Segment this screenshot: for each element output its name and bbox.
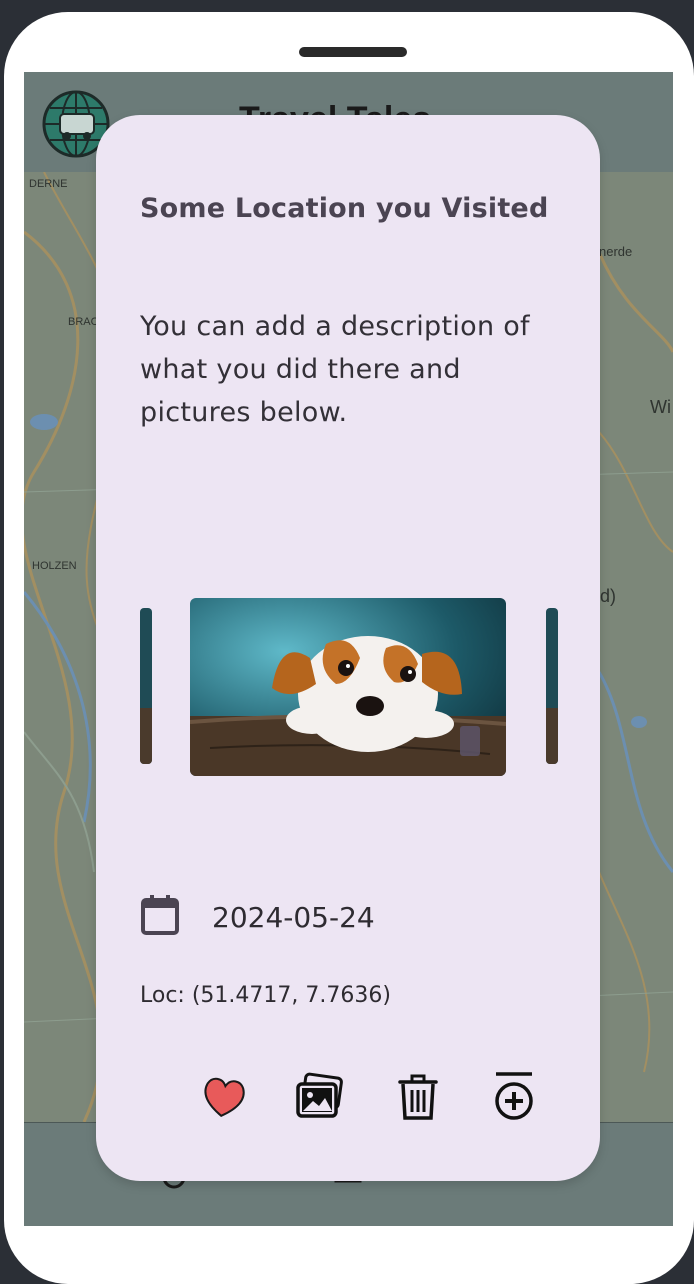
heart-icon[interactable] xyxy=(198,1070,250,1122)
map-label: DERNE xyxy=(29,178,68,190)
gallery-icon[interactable] xyxy=(294,1070,346,1122)
map-label: BRAC xyxy=(68,316,99,328)
location-title: Some Location you Visited xyxy=(140,193,549,224)
calendar-icon[interactable] xyxy=(140,893,182,941)
location-coordinates: Loc: (51.4717, 7.7636) xyxy=(140,983,391,1008)
carousel-next-photo[interactable] xyxy=(546,608,558,764)
location-description[interactable]: You can add a description of what you di… xyxy=(140,305,550,434)
carousel-prev-photo[interactable] xyxy=(140,608,152,764)
action-bar xyxy=(196,1070,546,1130)
photo-carousel[interactable] xyxy=(140,598,558,778)
photo-puppy[interactable] xyxy=(190,598,506,776)
map-label: nerde xyxy=(599,244,633,259)
map-label: d) xyxy=(600,586,617,606)
map-label: Wi xyxy=(650,397,671,417)
visit-date: 2024-05-24 xyxy=(212,901,375,934)
add-circle-icon[interactable] xyxy=(488,1070,540,1122)
trash-icon[interactable] xyxy=(392,1070,444,1122)
location-detail-card: Some Location you Visited You can add a … xyxy=(96,115,600,1181)
date-row[interactable]: 2024-05-24 xyxy=(140,893,540,939)
map-label: HOLZEN xyxy=(32,560,77,572)
phone-notch xyxy=(299,47,407,57)
